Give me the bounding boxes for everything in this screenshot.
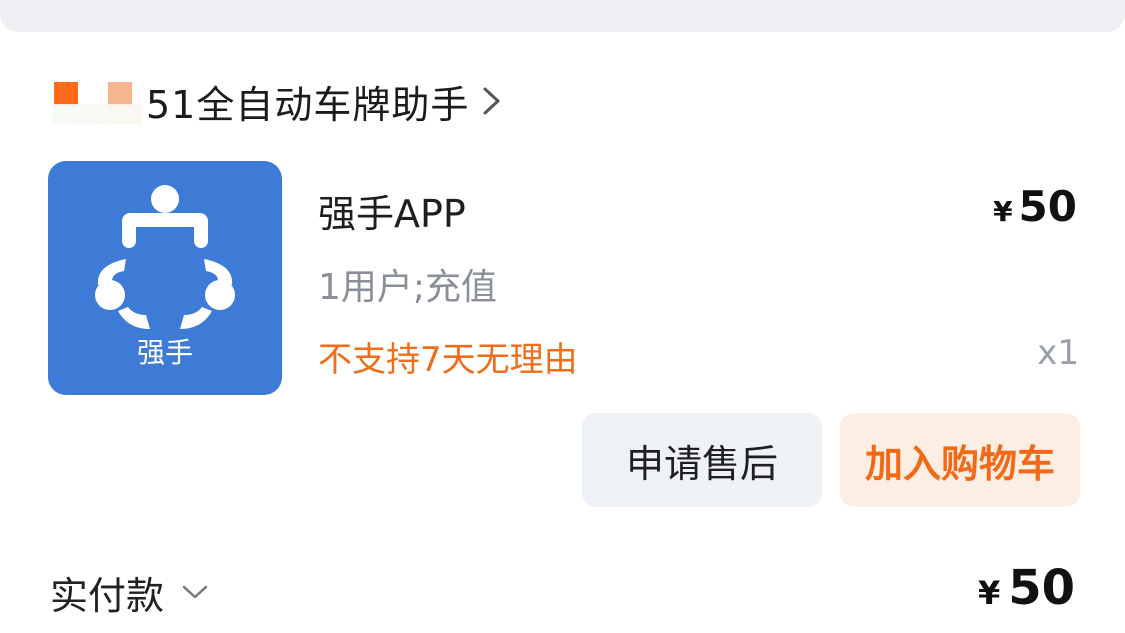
paid-label: 实付款 [50, 573, 165, 618]
add-to-cart-button[interactable]: 加入购物车 [840, 413, 1080, 507]
after-sale-button[interactable]: 申请售后 [582, 413, 822, 507]
chevron-down-icon[interactable] [180, 582, 210, 602]
currency-symbol: ¥ [977, 574, 1001, 612]
app-icon-text: 强手 [136, 336, 193, 369]
product-title[interactable]: 强手APP [318, 183, 466, 238]
paid-amount-row[interactable]: 实付款 [50, 565, 210, 619]
product-quantity: x1 [1037, 333, 1079, 373]
price-value: 50 [1018, 182, 1077, 231]
shop-logo [52, 78, 142, 124]
product-price: ¥50 [993, 182, 1077, 231]
return-policy-note: 不支持7天无理由 [318, 340, 578, 380]
paid-amount-value: 50 [1008, 560, 1075, 616]
shop-header[interactable]: 51全自动车牌助手 [52, 78, 505, 127]
shop-name[interactable]: 51全自动车牌助手 [146, 74, 469, 129]
chevron-right-icon[interactable] [479, 84, 505, 118]
paid-amount: ¥50 [978, 560, 1075, 616]
product-spec: 1用户;充值 [318, 267, 498, 308]
currency-symbol: ¥ [993, 195, 1013, 228]
top-card-edge [0, 0, 1125, 32]
product-app-icon[interactable]: 强手 [48, 161, 282, 395]
